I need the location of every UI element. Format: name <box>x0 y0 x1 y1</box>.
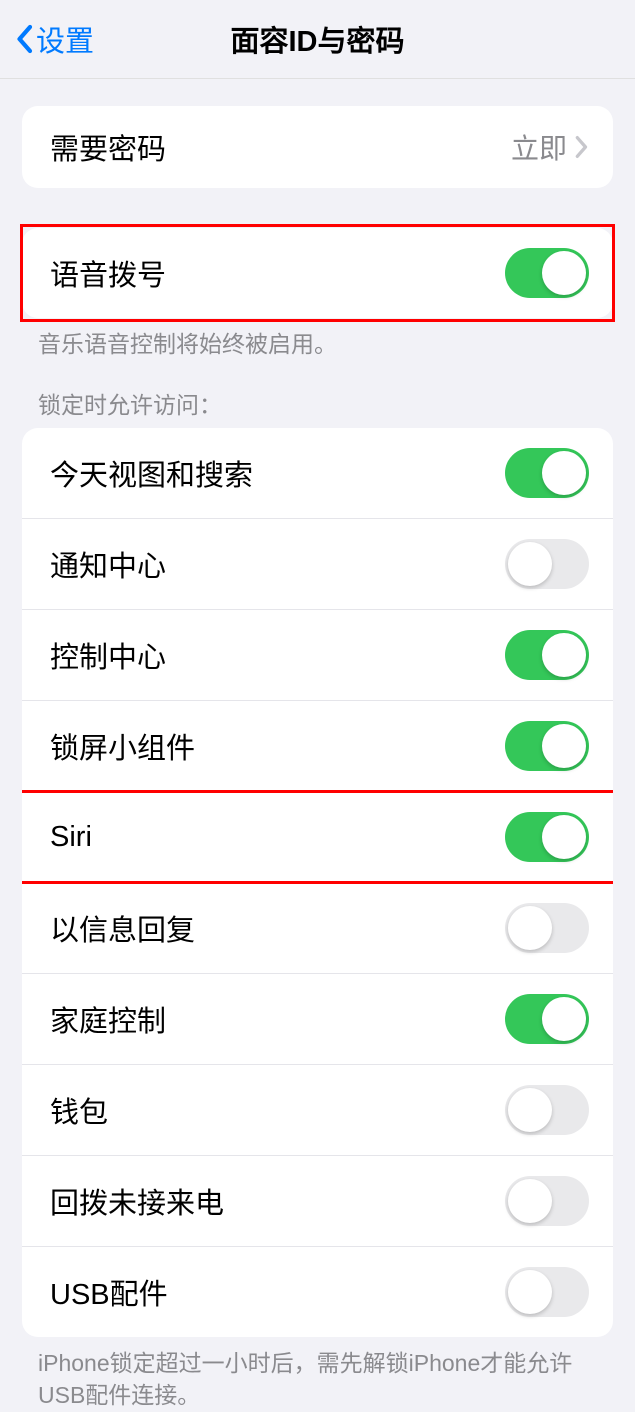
return-call-row: 回拨未接来电 <box>22 1156 613 1247</box>
voice-dial-group: 语音拨号 <box>22 228 613 318</box>
lock-access-group: 今天视图和搜索 通知中心 控制中心 锁屏小组件 Siri 以信息回复 家庭控制 <box>22 428 613 1337</box>
voice-dial-label: 语音拨号 <box>50 252 166 294</box>
back-button[interactable]: 设置 <box>14 18 94 60</box>
require-passcode-row[interactable]: 需要密码 立即 <box>22 106 613 188</box>
chevron-left-icon <box>14 24 34 54</box>
voice-dial-wrapper: 语音拨号 <box>0 228 635 318</box>
home-control-label: 家庭控制 <box>50 998 166 1040</box>
require-passcode-label: 需要密码 <box>50 126 166 168</box>
reply-message-row: 以信息回复 <box>22 883 613 974</box>
lock-widgets-row: 锁屏小组件 <box>22 701 613 792</box>
usb-accessories-label: USB配件 <box>50 1271 168 1313</box>
chevron-right-icon <box>575 135 589 159</box>
siri-label: Siri <box>50 821 92 854</box>
toggle-knob <box>542 251 586 295</box>
control-center-toggle[interactable] <box>505 630 589 680</box>
today-view-row: 今天视图和搜索 <box>22 428 613 519</box>
notification-center-row: 通知中心 <box>22 519 613 610</box>
today-view-toggle[interactable] <box>505 448 589 498</box>
reply-message-label: 以信息回复 <box>50 907 195 949</box>
return-call-toggle[interactable] <box>505 1176 589 1226</box>
lock-access-footer: iPhone锁定超过一小时后，需先解锁iPhone才能允许USB配件连接。 <box>0 1337 635 1411</box>
usb-accessories-toggle[interactable] <box>505 1267 589 1317</box>
passcode-group: 需要密码 立即 <box>22 106 613 188</box>
settings-content: 需要密码 立即 语音拨号 音乐语音控制将始终被启用。 锁定时允许访问： 今天视图… <box>0 106 635 1412</box>
notification-center-label: 通知中心 <box>50 543 166 585</box>
reply-message-toggle[interactable] <box>505 903 589 953</box>
control-center-label: 控制中心 <box>50 634 166 676</box>
navigation-header: 设置 面容ID与密码 <box>0 0 635 79</box>
wallet-row: 钱包 <box>22 1065 613 1156</box>
lock-access-header: 锁定时允许访问： <box>0 386 635 428</box>
voice-dial-row: 语音拨号 <box>22 228 613 318</box>
wallet-toggle[interactable] <box>505 1085 589 1135</box>
voice-dial-footer: 音乐语音控制将始终被启用。 <box>0 318 635 360</box>
voice-dial-toggle[interactable] <box>505 248 589 298</box>
home-control-toggle[interactable] <box>505 994 589 1044</box>
notification-center-toggle[interactable] <box>505 539 589 589</box>
lock-widgets-label: 锁屏小组件 <box>50 725 195 767</box>
wallet-label: 钱包 <box>50 1089 108 1131</box>
require-passcode-value: 立即 <box>511 127 589 167</box>
back-label: 设置 <box>36 18 94 60</box>
page-title: 面容ID与密码 <box>230 18 404 60</box>
control-center-row: 控制中心 <box>22 610 613 701</box>
lock-widgets-toggle[interactable] <box>505 721 589 771</box>
siri-toggle[interactable] <box>505 812 589 862</box>
home-control-row: 家庭控制 <box>22 974 613 1065</box>
today-view-label: 今天视图和搜索 <box>50 452 253 494</box>
siri-row: Siri <box>22 792 613 883</box>
return-call-label: 回拨未接来电 <box>50 1180 224 1222</box>
usb-accessories-row: USB配件 <box>22 1247 613 1337</box>
